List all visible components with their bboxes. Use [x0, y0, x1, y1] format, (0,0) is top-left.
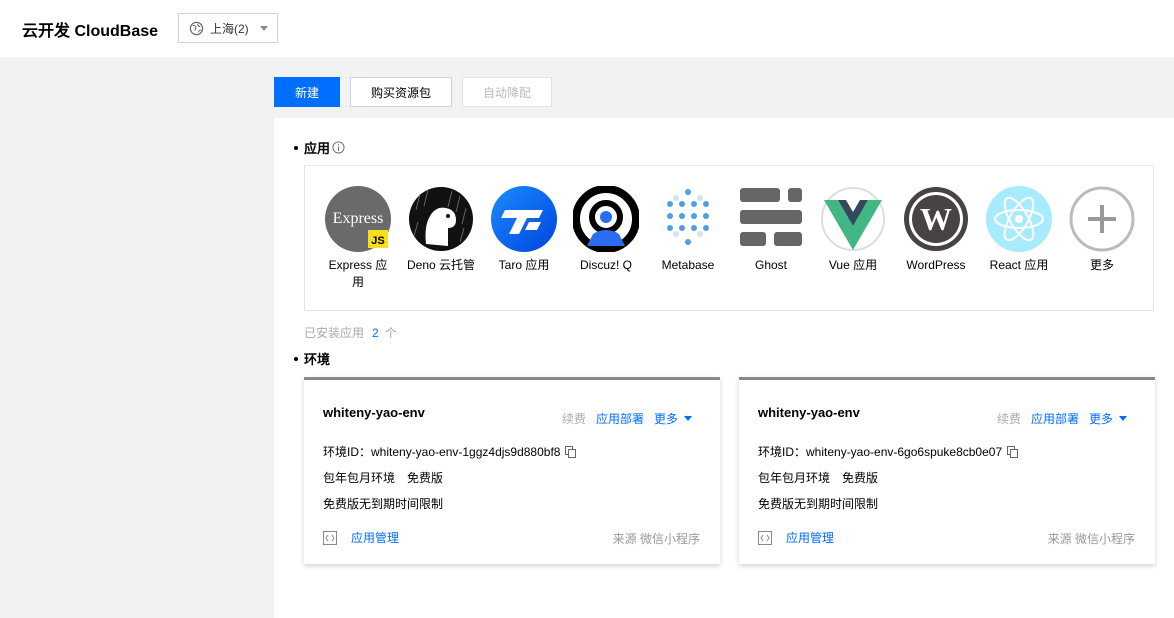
vue-icon — [821, 187, 885, 251]
env-source: 来源 微信小程序 — [612, 532, 700, 546]
installed-label: 已安装应用 — [304, 326, 365, 340]
deploy-link[interactable]: 应用部署 — [1031, 410, 1079, 427]
deno-icon — [409, 187, 473, 251]
ghost-icon — [740, 188, 802, 246]
app-deno[interactable]: Deno 云托管 — [406, 186, 476, 274]
react-icon — [986, 186, 1052, 252]
new-button[interactable]: 新建 — [274, 77, 340, 107]
app-name: Ghost — [754, 258, 787, 272]
app-vue[interactable]: Vue 应用 — [818, 186, 888, 274]
renew-button: 续费 — [561, 412, 586, 426]
taro-icon — [491, 186, 557, 252]
env-plan: 包年包月环境 免费版 — [758, 471, 879, 485]
svg-text:Express: Express — [333, 210, 384, 227]
wordpress-icon: W — [904, 187, 968, 251]
auto-downgrade-button: 自动降配 — [462, 77, 552, 107]
sidebar — [2, 57, 274, 618]
apps-box: Express JS Express 应用 Deno 云托管 Taro 应用 D… — [304, 165, 1154, 311]
region-label: 上海(2) — [210, 21, 249, 36]
app-name: React 应用 — [989, 258, 1049, 272]
env-note: 免费版无到期时间限制 — [323, 497, 444, 511]
manage-label: 应用管理 — [351, 531, 400, 545]
app-name: WordPress — [906, 258, 966, 272]
code-icon — [323, 530, 337, 545]
top-bar: 云开发 CloudBase 上海(2) — [0, 0, 1174, 57]
app-taro[interactable]: Taro 应用 — [489, 186, 559, 274]
app-name: Discuz! Q — [579, 258, 632, 272]
app-ghost[interactable]: Ghost — [736, 186, 806, 274]
env-title-text: 环境 — [304, 352, 331, 367]
app-more[interactable]: 更多 — [1067, 186, 1137, 274]
region-select[interactable]: 上海(2) — [178, 13, 278, 43]
apps-title-text: 应用 — [304, 141, 331, 156]
app-discuz[interactable]: Discuz! Q — [571, 186, 641, 274]
app-manage-link[interactable]: 应用管理 — [758, 529, 834, 546]
installed-count-link[interactable]: 2 — [372, 326, 379, 340]
caret-down-icon — [1119, 416, 1127, 421]
code-icon — [758, 530, 772, 545]
app-manage-link[interactable]: 应用管理 — [323, 529, 399, 546]
env-plan: 包年包月环境 免费版 — [323, 471, 444, 485]
more-label: 更多 — [653, 412, 678, 426]
manage-label: 应用管理 — [786, 531, 835, 545]
env-source: 来源 微信小程序 — [1047, 532, 1135, 546]
env-note: 免费版无到期时间限制 — [758, 497, 879, 511]
env-actions: 续费 应用部署 更多 — [562, 410, 692, 427]
plus-icon — [1069, 186, 1135, 252]
app-name: Vue 应用 — [828, 258, 878, 272]
more-dropdown[interactable]: 更多 — [1089, 410, 1127, 427]
svg-text:W: W — [920, 201, 952, 237]
env-name: whiteny-yao-env — [323, 405, 425, 420]
chevron-down-icon — [260, 26, 268, 31]
app-wordpress[interactable]: W WordPress — [901, 186, 971, 274]
metabase-icon — [667, 189, 709, 245]
info-icon[interactable] — [332, 141, 345, 154]
installed-apps-count: 已安装应用 2 个 — [304, 324, 397, 341]
more-dropdown[interactable]: 更多 — [654, 410, 692, 427]
discuz-icon — [573, 186, 639, 252]
bullet-dot — [294, 356, 298, 361]
app-name: Metabase — [661, 258, 715, 272]
app-name: Express 应用 — [328, 258, 388, 289]
renew-button: 续费 — [996, 412, 1021, 426]
env-id-row: 环境ID：whiteny-yao-env-1ggz4djs9d880bf8 — [323, 443, 577, 460]
buy-resource-button[interactable]: 购买资源包 — [350, 77, 452, 107]
env-id-text: 环境ID：whiteny-yao-env-1ggz4djs9d880bf8 — [323, 445, 561, 459]
env-name: whiteny-yao-env — [758, 405, 860, 420]
env-card: whiteny-yao-env 续费 应用部署 更多 环境ID：whiteny-… — [304, 377, 720, 564]
svg-text:JS: JS — [371, 235, 384, 247]
caret-down-icon — [684, 416, 692, 421]
brand-title: 云开发 CloudBase — [22, 23, 159, 40]
env-id-row: 环境ID：whiteny-yao-env-6go6spuke8cb0e07 — [758, 443, 1019, 460]
app-name: Deno 云托管 — [406, 258, 476, 272]
env-section-title: 环境 — [294, 349, 330, 368]
app-name: 更多 — [1089, 258, 1114, 272]
copy-icon[interactable] — [1007, 445, 1019, 458]
env-actions: 续费 应用部署 更多 — [997, 410, 1127, 427]
app-metabase[interactable]: Metabase — [653, 186, 723, 274]
app-express[interactable]: Express JS Express 应用 — [323, 186, 393, 291]
env-card: whiteny-yao-env 续费 应用部署 更多 环境ID：whiteny-… — [739, 377, 1155, 564]
express-icon: Express JS — [325, 186, 391, 252]
more-label: 更多 — [1088, 412, 1113, 426]
bullet-dot — [294, 145, 298, 150]
installed-unit: 个 — [384, 326, 397, 340]
apps-section-title: 应用 — [294, 138, 345, 157]
app-react[interactable]: React 应用 — [984, 186, 1054, 274]
copy-icon[interactable] — [565, 445, 577, 458]
deploy-link[interactable]: 应用部署 — [596, 410, 644, 427]
env-id-text: 环境ID：whiteny-yao-env-6go6spuke8cb0e07 — [758, 445, 1003, 459]
app-name: Taro 应用 — [498, 258, 550, 272]
globe-icon — [189, 21, 204, 35]
